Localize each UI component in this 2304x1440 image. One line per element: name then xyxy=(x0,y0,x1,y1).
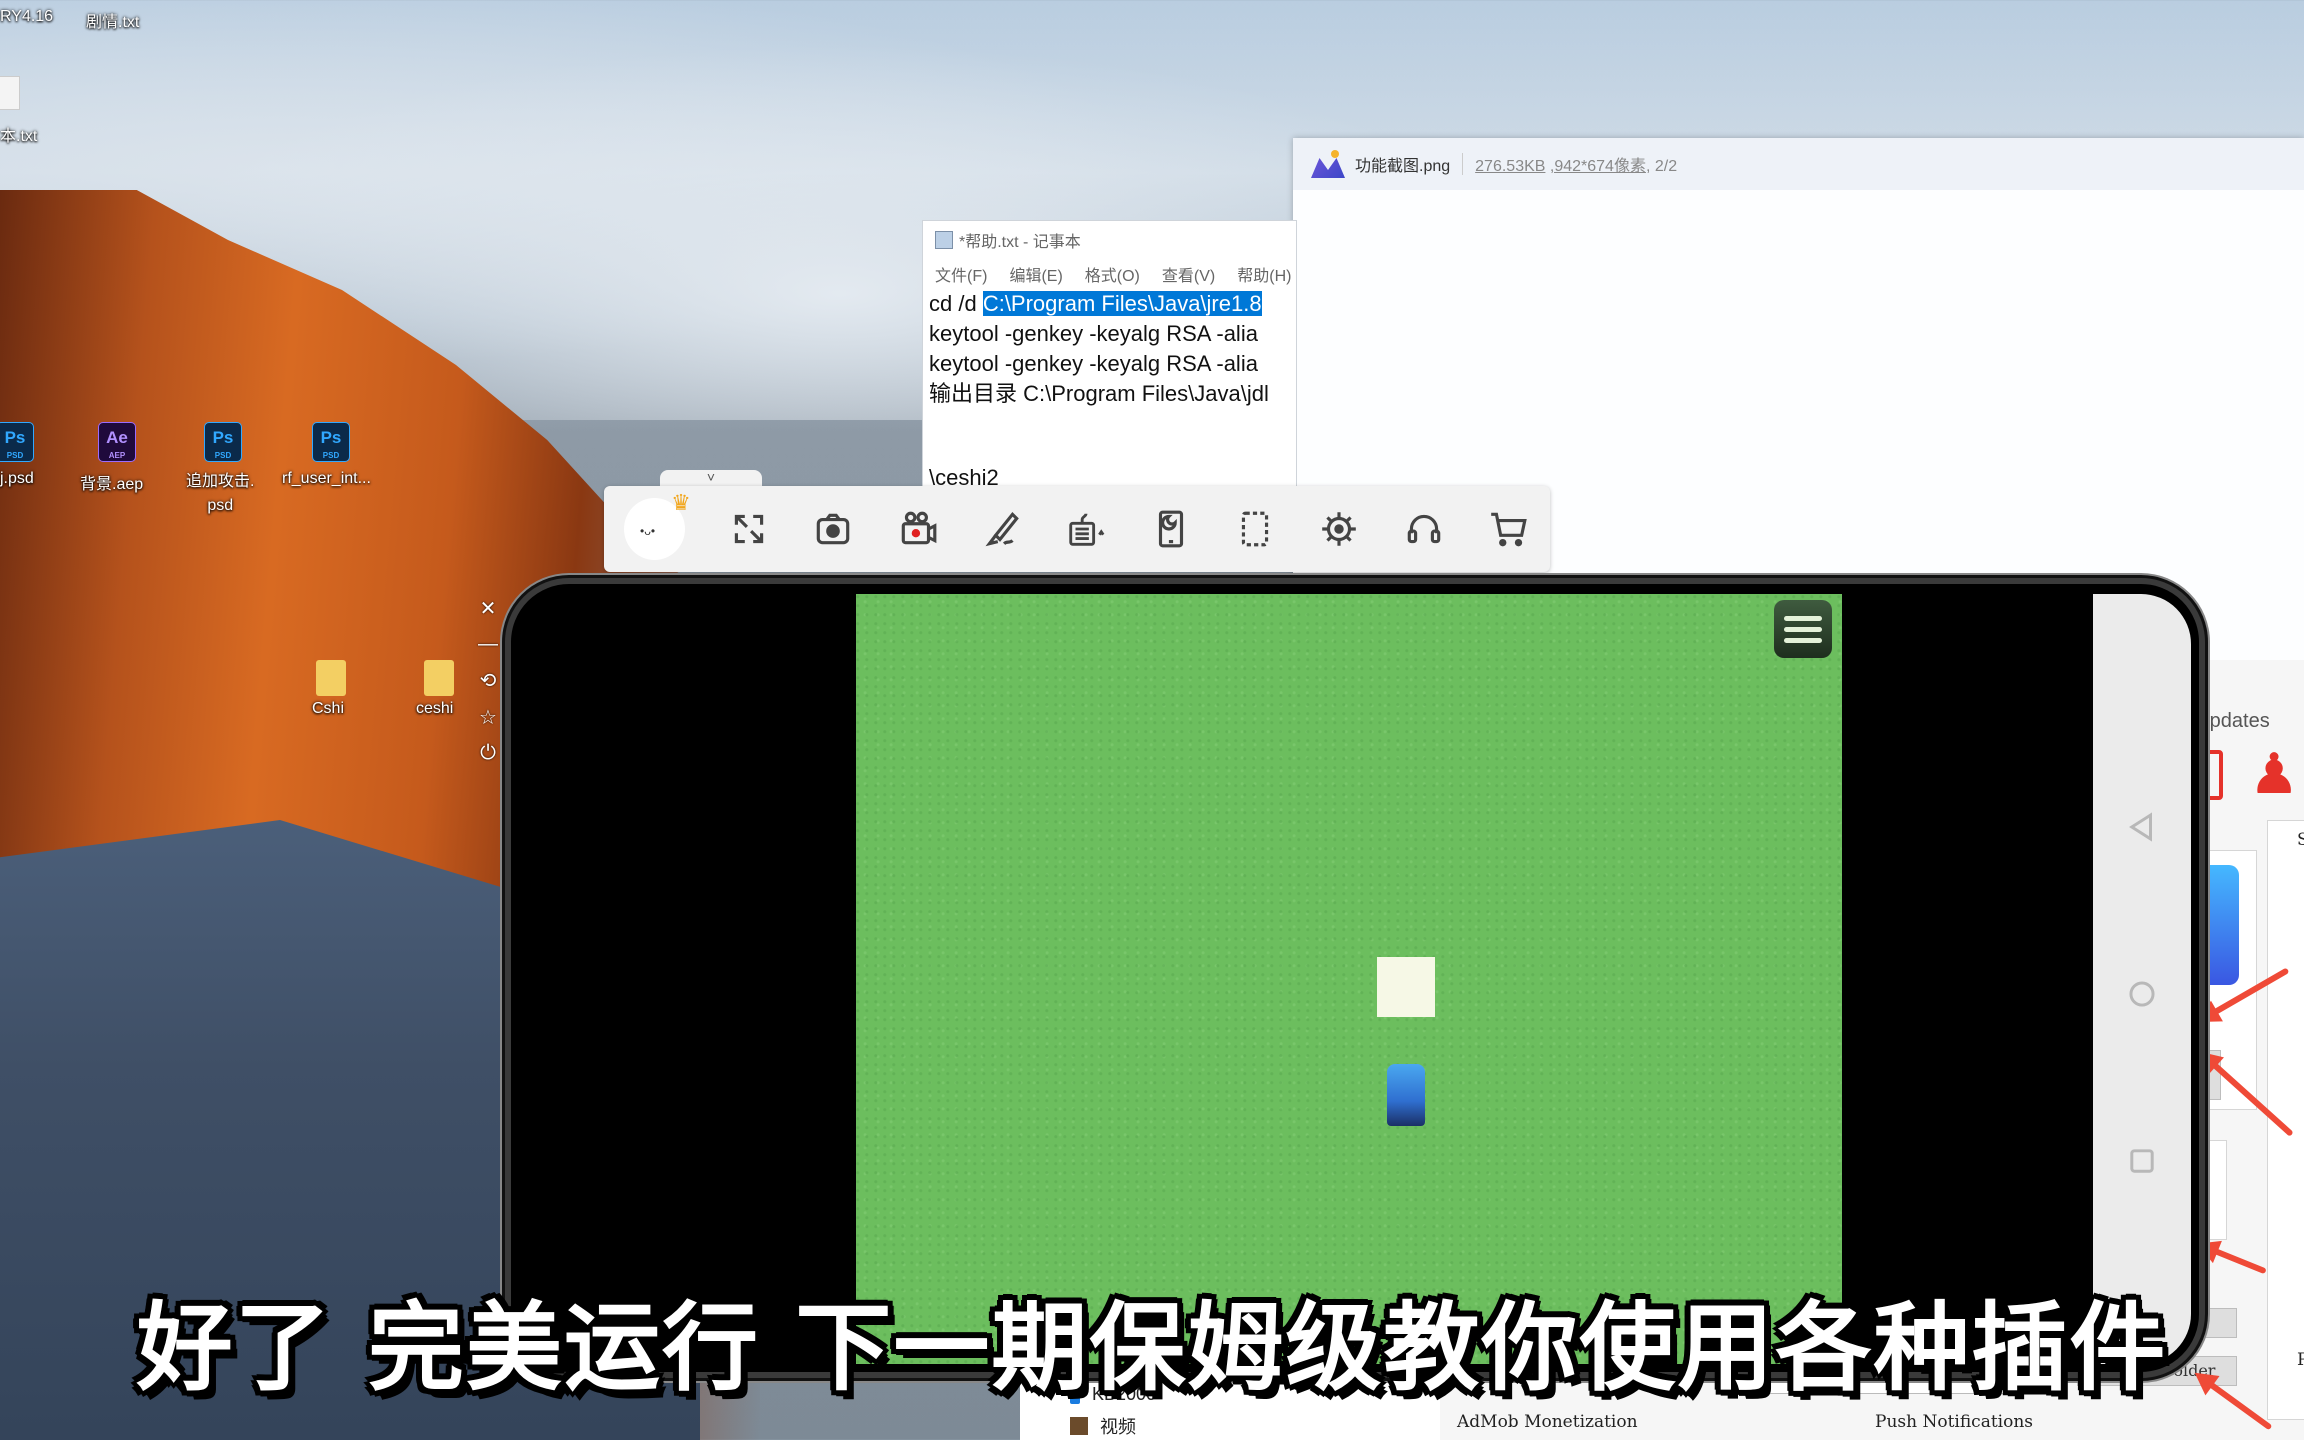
screenshot-button[interactable] xyxy=(791,499,875,559)
folder-icon[interactable] xyxy=(316,660,346,696)
android-nav-bar xyxy=(2093,594,2191,1364)
close-icon[interactable]: ✕ xyxy=(480,596,497,621)
viewer-filesize[interactable]: 276.53KB xyxy=(1475,158,1545,175)
after-effects-file-icon[interactable]: Ae AEP xyxy=(98,422,136,462)
menu-format[interactable]: 格式(O) xyxy=(1085,262,1140,286)
group-label: S xyxy=(2297,830,2304,850)
divider xyxy=(1462,153,1464,175)
game-menu-button[interactable] xyxy=(1774,600,1832,658)
game-tile xyxy=(1377,957,1435,1017)
draw-button[interactable] xyxy=(960,499,1044,559)
back-icon[interactable] xyxy=(2125,810,2159,844)
desktop-item-label[interactable]: Cshi xyxy=(312,700,344,718)
notepad-menubar: 文件(F) 编辑(E) 格式(O) 查看(V) 帮助(H) xyxy=(923,259,1296,289)
users-icon[interactable]: ♟♟ xyxy=(2249,746,2304,802)
home-icon[interactable] xyxy=(2125,977,2159,1011)
desktop-item-label[interactable]: rf_user_int... xyxy=(282,470,371,488)
hero-sprite xyxy=(1387,1064,1425,1126)
desktop-item-label[interactable]: 背景.aep xyxy=(80,470,143,494)
folder-icon[interactable] xyxy=(424,660,454,696)
desktop-item-label[interactable]: RY4.16 xyxy=(0,8,53,26)
record-button[interactable] xyxy=(875,499,959,559)
explorer-item[interactable]: 视频 xyxy=(1020,1410,1440,1440)
pin-icon[interactable]: ☆ xyxy=(479,705,497,730)
video-camera-icon xyxy=(901,511,936,545)
desktop-item-label[interactable]: 本.txt xyxy=(0,122,37,146)
admob-group-label: AdMob Monetization xyxy=(1457,1412,1638,1432)
viewer-page-counter: , 2/2 xyxy=(1645,158,1678,175)
mascot-avatar[interactable]: ♛ •ᴗ• xyxy=(624,490,691,560)
viewer-app-logo-icon xyxy=(1311,150,1345,178)
desktop-item-label[interactable]: j.psd xyxy=(0,470,34,488)
headset-icon xyxy=(1407,514,1440,544)
notepad-text-area[interactable]: cd /d C:\Program Files\Java\jre1.8 keyto… xyxy=(923,289,1296,488)
text-line xyxy=(929,409,1296,463)
support-button[interactable] xyxy=(1381,499,1465,559)
settings-button[interactable] xyxy=(1297,499,1381,559)
text-line: keytool -genkey -keyalg RSA -alia xyxy=(929,351,1258,376)
store-button[interactable] xyxy=(1466,499,1550,559)
notepad-titlebar: *帮助.txt - 记事本 xyxy=(923,221,1296,259)
menu-view[interactable]: 查看(V) xyxy=(1162,262,1215,286)
window-size-button[interactable] xyxy=(1213,499,1297,559)
viewer-dimensions[interactable]: ,942*674像素 xyxy=(1550,158,1646,175)
hamburger-menu-icon xyxy=(1784,615,1822,621)
phone-sleep-icon xyxy=(1158,510,1183,548)
game-viewport[interactable] xyxy=(856,594,1842,1364)
rotate-icon[interactable]: ⟲ xyxy=(480,668,497,693)
photoshop-file-icon[interactable]: Ps PSD xyxy=(312,422,350,462)
power-icon[interactable]: ⏻ xyxy=(480,742,496,765)
text-file-icon[interactable] xyxy=(0,76,20,110)
camera-icon xyxy=(817,513,850,545)
screen-off-button[interactable] xyxy=(1128,499,1212,559)
notepad-window: *帮助.txt - 记事本 文件(F) 编辑(E) 格式(O) 查看(V) 帮助… xyxy=(922,220,1297,488)
crown-icon: ♛ xyxy=(671,490,691,515)
text-line: \ceshi2 xyxy=(929,465,999,488)
desktop-item-label[interactable]: 追加攻击. psd xyxy=(186,470,254,518)
brush-icon xyxy=(985,511,1019,547)
menu-edit[interactable]: 编辑(E) xyxy=(1009,262,1062,286)
dashed-frame-icon xyxy=(1241,511,1269,547)
menu-help[interactable]: 帮助(H) xyxy=(1237,262,1291,286)
video-subtitle: 好了 完美运行 下一期保姆级教你使用各种插件 xyxy=(136,1292,2168,1404)
photoshop-file-icon[interactable]: Ps PSD xyxy=(204,422,242,462)
keyboard-mapping-button[interactable] xyxy=(1044,499,1128,559)
selected-text: C:\Program Files\Java\jre1.8 xyxy=(982,291,1262,316)
push-group-label: Push Notifications xyxy=(1875,1412,2034,1432)
gear-icon xyxy=(1322,512,1357,546)
text-line: cd /d C:\Program Files\Java\jre1.8 xyxy=(929,291,1262,316)
recents-icon[interactable] xyxy=(2125,1144,2159,1178)
phone-emulator-frame xyxy=(505,578,2205,1378)
emulator-toolbar: ♛ •ᴗ• xyxy=(604,486,1550,572)
photoshop-file-icon[interactable]: Ps PSD xyxy=(0,422,34,462)
notepad-icon xyxy=(935,231,953,249)
minimize-icon[interactable]: — xyxy=(478,633,498,656)
mascot-face: •ᴗ• xyxy=(640,524,656,538)
menu-file[interactable]: 文件(F) xyxy=(935,262,987,286)
fullscreen-button[interactable] xyxy=(707,499,791,559)
desktop-item-label[interactable]: ceshi xyxy=(416,700,453,718)
floating-window-controls: ✕ — ⟲ ☆ ⏻ xyxy=(476,596,500,765)
fullscreen-icon xyxy=(734,514,764,544)
text-line: keytool -genkey -keyalg RSA -alia xyxy=(929,321,1258,346)
image-viewer-titlebar: 功能截图.png 276.53KB ,942*674像素, 2/2 xyxy=(1293,138,2304,190)
viewer-filename: 功能截图.png xyxy=(1355,158,1451,175)
video-folder-icon xyxy=(1070,1417,1088,1435)
desktop-item-label[interactable]: 剧情.txt xyxy=(86,8,139,32)
text-line: 输出目录 C:\Program Files\Java\jdl xyxy=(929,381,1269,406)
cart-icon xyxy=(1491,512,1527,547)
keyboard-icon xyxy=(1069,513,1105,546)
